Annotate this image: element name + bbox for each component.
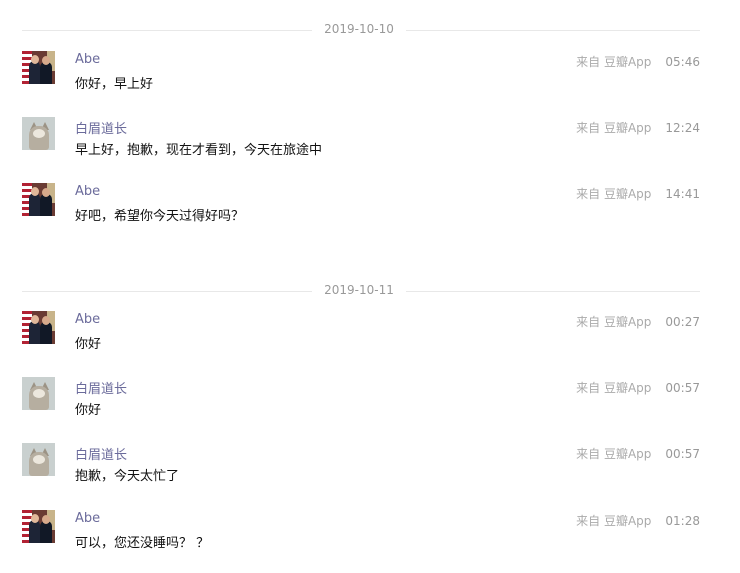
message-time: 00:57 [665,381,700,395]
message-item: Abe 可以，您还没睡吗？ ？ 来自 豆瓣App 01:28 [22,510,700,570]
avatar[interactable] [22,311,55,344]
date-separator: 2019-10-11 [22,281,700,301]
message-text: 你好 [75,337,102,352]
message-text: 你好，早上好 [75,77,154,92]
avatar[interactable] [22,117,55,150]
message-source: 来自 豆瓣App [576,447,652,461]
message-text: 抱歉，今天太忙了 [75,469,180,484]
divider-line [406,30,700,31]
avatar[interactable] [22,510,55,543]
divider-line [22,30,312,31]
message-item: Abe 你好 来自 豆瓣App 00:27 [22,311,700,371]
divider-line [406,291,700,292]
message-item: Abe 你好，早上好 来自 豆瓣App 05:46 [22,51,700,111]
message-source: 来自 豆瓣App [576,55,652,69]
message-source: 来自 豆瓣App [576,187,652,201]
avatar[interactable] [22,51,55,84]
message-meta: 来自 豆瓣App 01:28 [576,512,700,529]
message-time: 14:41 [665,187,700,201]
avatar[interactable] [22,443,55,476]
message-source: 来自 豆瓣App [576,514,652,528]
sender-name[interactable]: Abe [75,511,100,526]
message-item: Abe 好吧，希望你今天过得好吗？ 来自 豆瓣App 14:41 [22,183,700,243]
message-time: 12:24 [665,121,700,135]
date-separator: 2019-10-10 [22,20,700,40]
avatar[interactable] [22,377,55,410]
sender-name[interactable]: 白眉道长 [75,378,127,397]
sender-name[interactable]: 白眉道长 [75,118,127,137]
sender-name[interactable]: Abe [75,312,100,327]
message-time: 00:57 [665,447,700,461]
avatar[interactable] [22,183,55,216]
message-time: 05:46 [665,55,700,69]
message-source: 来自 豆瓣App [576,381,652,395]
message-time: 00:27 [665,315,700,329]
message-source: 来自 豆瓣App [576,315,652,329]
message-text: 你好 [75,403,102,418]
message-item: 白眉道长 早上好，抱歉，现在才看到，今天在旅途中 来自 豆瓣App 12:24 [22,117,700,177]
message-text: 可以，您还没睡吗？ ？ [75,536,210,551]
date-label: 2019-10-10 [324,22,394,36]
message-meta: 来自 豆瓣App 00:27 [576,313,700,330]
message-time: 01:28 [665,514,700,528]
message-item: 白眉道长 你好 来自 豆瓣App 00:57 [22,377,700,437]
message-text: 好吧，希望你今天过得好吗？ [75,209,245,224]
message-meta: 来自 豆瓣App 00:57 [576,379,700,396]
sender-name[interactable]: Abe [75,52,100,67]
message-meta: 来自 豆瓣App 12:24 [576,119,700,136]
sender-name[interactable]: Abe [75,184,100,199]
message-meta: 来自 豆瓣App 05:46 [576,53,700,70]
message-meta: 来自 豆瓣App 00:57 [576,445,700,462]
divider-line [22,291,312,292]
message-source: 来自 豆瓣App [576,121,652,135]
message-meta: 来自 豆瓣App 14:41 [576,185,700,202]
message-item: 白眉道长 抱歉，今天太忙了 来自 豆瓣App 00:57 [22,443,700,503]
message-text: 早上好，抱歉，现在才看到，今天在旅途中 [75,143,323,158]
date-label: 2019-10-11 [324,283,394,297]
sender-name[interactable]: 白眉道长 [75,444,127,463]
